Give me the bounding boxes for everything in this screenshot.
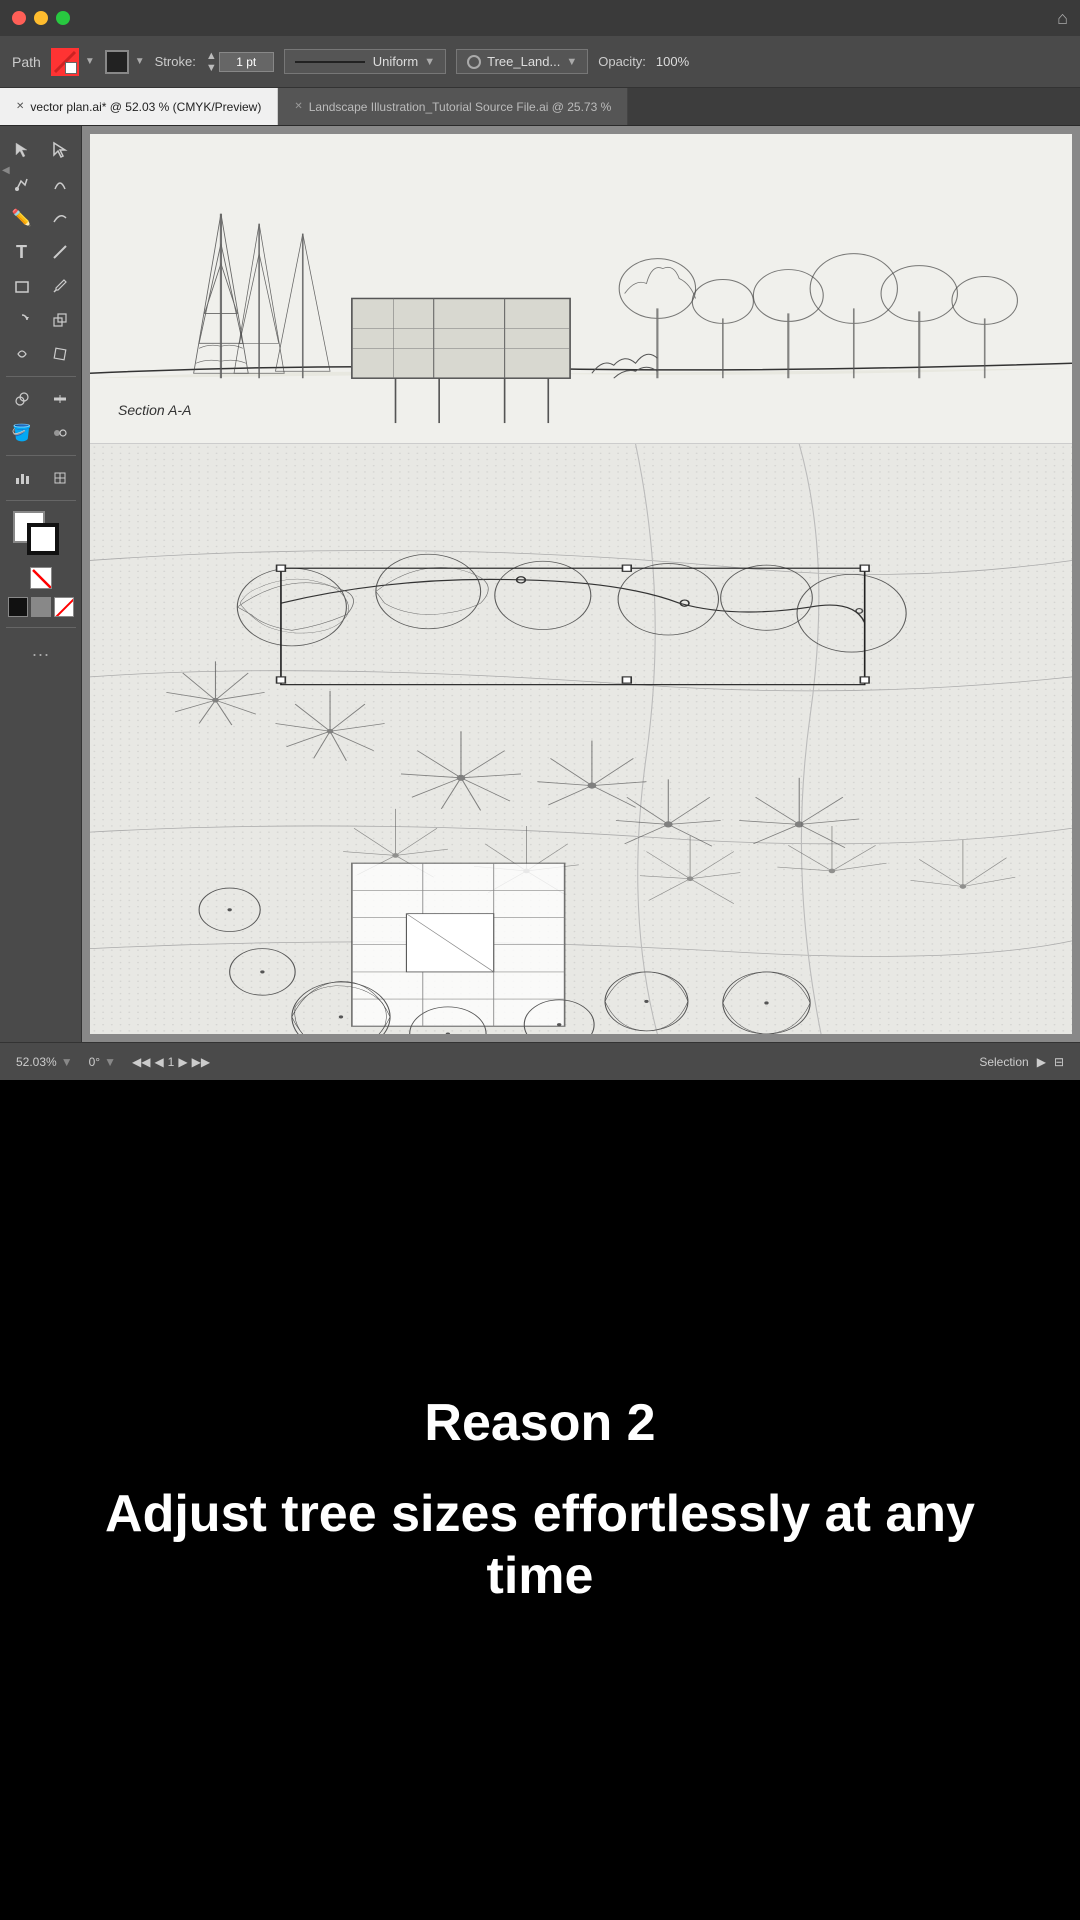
tab-inactive[interactable]: ✕ Landscape Illustration_Tutorial Source… [278,88,628,125]
free-transform-tool[interactable] [42,338,78,370]
slice-tool[interactable] [42,462,78,494]
left-toolbar: ◀ ✏️ T [0,126,82,1042]
shape-type-group: ▼ [105,50,145,74]
tool-row-8 [4,383,78,415]
fill-stroke-arrow[interactable]: ▼ [85,56,95,67]
reason-number: Reason 2 [424,1393,655,1453]
convert-anchor-tool[interactable] [42,168,78,200]
zoom-level[interactable]: 52.03% ▼ [16,1055,73,1069]
tab-inactive-label: Landscape Illustration_Tutorial Source F… [309,100,612,114]
tab-close-active[interactable]: ✕ [16,101,24,112]
tool-row-9: 🪣 [4,417,78,449]
black-swatch[interactable] [8,597,28,617]
artboard: Section A-A [90,134,1072,1034]
stroke-color-icon[interactable] [51,48,79,76]
uniform-label: Uniform [373,54,419,69]
status-bar: 52.03% ▼ 0° ▼ ◀◀ ◀ 1 ▶ ▶▶ Selection ▶ ⊟ [0,1042,1080,1080]
tool-row-3: ✏️ [4,202,78,234]
select-tool[interactable] [4,134,40,166]
prev-arrow[interactable]: ◀ [154,1055,163,1069]
angle-value: 0° [89,1055,100,1069]
paint-bucket-tool[interactable]: 🪣 [4,417,40,449]
opacity-label: Opacity: [598,54,646,69]
gray-swatch[interactable] [31,597,51,617]
angle-arrow[interactable]: ▼ [104,1055,116,1069]
canvas-area[interactable]: Section A-A [82,126,1080,1042]
uniform-arrow[interactable]: ▼ [424,56,435,68]
scale-tool[interactable] [42,304,78,336]
close-button[interactable] [12,11,26,25]
more-tools[interactable]: ··· [23,638,59,670]
toolbar: Path ▼ ▼ Stroke: ▲▼ 1 pt Uniform ▼ Tree_… [0,36,1080,88]
tabs-bar: ✕ vector plan.ai* @ 52.03 % (CMYK/Previe… [0,88,1080,126]
tool-row-1 [4,134,78,166]
rotate-tool[interactable] [4,304,40,336]
maximize-button[interactable] [56,11,70,25]
mode-arrow[interactable]: ▶ [1037,1055,1046,1069]
chart-tool[interactable] [4,462,40,494]
home-icon[interactable]: ⌂ [1057,8,1068,29]
page-nav[interactable]: ◀◀ ◀ 1 ▶ ▶▶ [132,1055,210,1069]
stroke-label: Stroke: [155,54,196,69]
zoom-arrow[interactable]: ▼ [61,1055,73,1069]
selection-mode: Selection [979,1055,1028,1069]
angle-display[interactable]: 0° ▼ [89,1055,116,1069]
shape-icon[interactable] [105,50,129,74]
section-label: Section A-A [118,402,191,418]
status-right: Selection ▶ ⊟ [979,1055,1064,1069]
opacity-value: 100% [656,54,689,69]
warp-tool[interactable] [4,338,40,370]
tree-arrow[interactable]: ▼ [566,56,577,68]
tool-label: Path [12,54,41,70]
bottom-area: Reason 2 Adjust tree sizes effortlessly … [0,1080,1080,1920]
shape-builder-tool[interactable] [4,383,40,415]
color-mode-row [8,597,74,617]
prev-page[interactable]: ◀◀ [132,1055,150,1069]
title-bar: ⌂ [0,0,1080,36]
tab-active[interactable]: ✕ vector plan.ai* @ 52.03 % (CMYK/Previe… [0,88,278,125]
next-arrow[interactable]: ▶ [178,1055,187,1069]
zoom-value: 52.03% [16,1055,57,1069]
tab-close-inactive[interactable]: ✕ [294,101,302,112]
reason-subtitle: Adjust tree sizes effortlessly at any ti… [60,1483,1020,1608]
elevation-area: Section A-A [90,134,1072,444]
shape-arrow[interactable]: ▼ [135,56,145,67]
tab-active-label: vector plan.ai* @ 52.03 % (CMYK/Preview) [30,100,261,114]
panel-collapse-arrow[interactable]: ◀ [2,165,10,176]
stroke-value[interactable]: 1 pt [219,52,274,72]
reset-color-icon[interactable] [30,567,52,589]
plan-area [90,444,1072,1034]
stroke-uniform-group: Uniform ▼ [284,49,446,74]
next-page[interactable]: ▶▶ [192,1055,210,1069]
tree-label: Tree_Land... [487,54,560,69]
tool-row-7 [4,338,78,370]
tool-row-5 [4,270,78,302]
eyedropper-tool[interactable] [42,270,78,302]
smooth-tool[interactable] [42,202,78,234]
brush-group: Tree_Land... ▼ [456,49,588,74]
tool-row-2 [4,168,78,200]
blend-tool[interactable] [42,417,78,449]
page-number: 1 [168,1055,175,1069]
color-swatch-area[interactable] [13,511,69,561]
pencil-tool[interactable]: ✏️ [4,202,40,234]
rect-tool[interactable] [4,270,40,302]
width-tool[interactable] [42,383,78,415]
line-tool[interactable] [42,236,78,268]
type-tool[interactable]: T [4,236,40,268]
stroke-line-preview [295,61,365,63]
tool-row-6 [4,304,78,336]
panel-toggle[interactable]: ⊟ [1054,1055,1064,1069]
fill-stroke-group: ▼ [51,48,95,76]
direct-select-tool[interactable] [42,134,78,166]
stroke-stepper[interactable]: ▲▼ 1 pt [206,50,274,74]
tool-row-4: T [4,236,78,268]
color-reset-row [30,567,52,589]
none-swatch[interactable] [54,597,74,617]
brush-circle-icon [467,55,481,69]
stroke-swatch[interactable] [27,523,59,555]
main-area: ◀ ✏️ T [0,126,1080,1042]
tool-row-10 [4,462,78,494]
minimize-button[interactable] [34,11,48,25]
